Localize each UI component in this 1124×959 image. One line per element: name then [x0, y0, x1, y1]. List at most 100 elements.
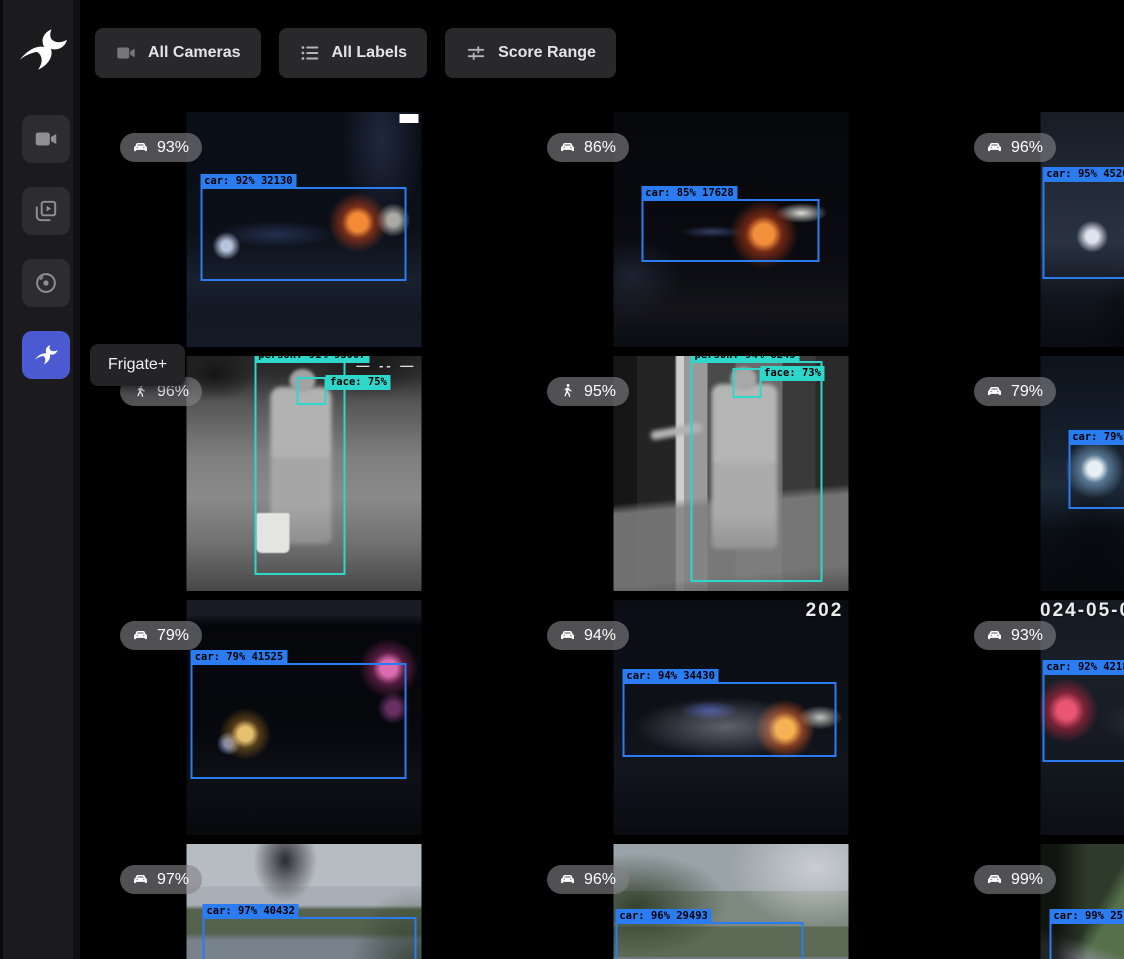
car-icon	[558, 138, 577, 157]
frigate-plus-icon	[33, 342, 59, 368]
all-cameras-filter-button[interactable]: All Cameras	[95, 28, 261, 78]
score-badge-label: 99%	[1011, 871, 1043, 889]
sidebar-item-export[interactable]	[22, 259, 70, 307]
bounding-box: car: 97% 40432	[202, 917, 416, 959]
score-badge: 86%	[547, 133, 629, 162]
person-icon	[558, 382, 577, 401]
score-range-filter-button[interactable]: Score Range	[445, 28, 616, 78]
bounding-box-label: car: 92% 4218	[1042, 660, 1124, 675]
detection-snapshot: car: 97% 40432	[186, 844, 421, 959]
detection-snapshot: person: 91% 93007face: 75%— -- —	[186, 356, 421, 591]
detection-card[interactable]: car: 85% 17628 86%	[524, 112, 937, 347]
car-icon	[985, 870, 1004, 889]
review-icon	[33, 198, 59, 224]
frigate-plus-tooltip: Frigate+	[90, 344, 185, 386]
detection-card[interactable]: car: 92% 4218 024-05-0 93%	[951, 600, 1124, 835]
score-badge-label: 93%	[1011, 627, 1043, 645]
overlay-mark	[400, 114, 419, 122]
bounding-box-label: person: 94% 8245	[691, 356, 800, 363]
sidebar	[0, 0, 80, 959]
sidebar-nav	[22, 115, 70, 379]
score-badge: 96%	[974, 133, 1056, 162]
score-badge: 95%	[547, 377, 629, 406]
sliders-icon	[465, 42, 487, 64]
detection-card[interactable]: car: 79% 79%	[951, 356, 1124, 591]
bounding-box-label: car: 79% 41525	[191, 650, 288, 665]
detection-card[interactable]: car: 92% 32130 93%	[97, 112, 510, 347]
score-badge-label: 93%	[157, 139, 189, 157]
detection-snapshot: car: 85% 17628	[613, 112, 848, 347]
sidebar-item-frigate-plus[interactable]	[22, 331, 70, 379]
score-badge-label: 95%	[584, 383, 616, 401]
bounding-box: car: 95% 45260	[1042, 180, 1124, 279]
detection-card[interactable]: person: 91% 93007face: 75%— -- — 96%	[97, 356, 510, 591]
bounding-box-label: car: 99% 25	[1049, 909, 1124, 924]
score-badge: 93%	[120, 133, 202, 162]
detection-snapshot: car: 79% 41525	[186, 600, 421, 835]
car-icon	[558, 870, 577, 889]
bounding-box-label: car: 95% 45260	[1042, 167, 1124, 182]
frigate-logo-icon	[16, 28, 70, 76]
detection-card[interactable]: car: 99% 25 99%	[951, 844, 1124, 959]
score-badge-label: 94%	[584, 627, 616, 645]
filter-label: All Labels	[332, 44, 408, 62]
all-labels-filter-button[interactable]: All Labels	[279, 28, 428, 78]
detection-card[interactable]: car: 96% 29493 96%	[524, 844, 937, 959]
bounding-box: car: 96% 29493	[615, 922, 803, 959]
detection-snapshot: car: 96% 29493	[613, 844, 848, 959]
detection-card[interactable]: car: 94% 34430 202 94%	[524, 600, 937, 835]
list-icon	[299, 42, 321, 64]
score-badge-label: 86%	[584, 139, 616, 157]
detection-card[interactable]: car: 79% 41525 79%	[97, 600, 510, 835]
bounding-box: car: 99% 25	[1049, 922, 1124, 959]
score-badge-label: 96%	[584, 871, 616, 889]
bounding-box: car: 92% 32130	[200, 187, 407, 281]
bounding-box-label: face: 73%	[760, 366, 825, 381]
score-badge: 79%	[120, 621, 202, 650]
score-badge-label: 79%	[157, 627, 189, 645]
bounding-box-label: car: 85% 17628	[641, 186, 738, 201]
score-badge: 93%	[974, 621, 1056, 650]
bounding-box-label: person: 91% 93007	[254, 356, 369, 363]
bounding-box: car: 85% 17628	[641, 199, 820, 262]
car-icon	[558, 626, 577, 645]
tooltip-label: Frigate+	[108, 356, 167, 373]
car-icon	[131, 870, 150, 889]
overlay-mark: 024-05-0	[1040, 600, 1124, 622]
score-badge: 94%	[547, 621, 629, 650]
car-icon	[985, 138, 1004, 157]
detection-card[interactable]: car: 97% 40432 97%	[97, 844, 510, 959]
bounding-box: face: 75%	[296, 377, 327, 405]
car-icon	[131, 138, 150, 157]
sidebar-item-review[interactable]	[22, 187, 70, 235]
score-badge-label: 96%	[1011, 139, 1043, 157]
detection-snapshot: car: 99% 25	[1040, 844, 1124, 959]
detection-card[interactable]: car: 95% 45260 96%	[951, 112, 1124, 347]
bounding-box-label: car: 97% 40432	[202, 904, 299, 919]
car-icon	[985, 626, 1004, 645]
detection-snapshot: car: 92% 32130	[186, 112, 421, 347]
car-icon	[985, 382, 1004, 401]
detection-grid: car: 92% 32130 93% car: 85% 17628	[97, 112, 1124, 959]
overlay-mark: 202	[806, 600, 844, 622]
export-icon	[33, 270, 59, 296]
bounding-box: car: 92% 4218	[1042, 673, 1124, 762]
score-badge: 99%	[974, 865, 1056, 894]
camera-icon	[115, 42, 137, 64]
filter-label: Score Range	[498, 44, 596, 62]
bounding-box-label: car: 96% 29493	[615, 909, 712, 924]
detection-snapshot: car: 94% 34430 202	[613, 600, 848, 835]
filter-bar: All Cameras All Labels Score Range	[95, 28, 616, 78]
score-badge-label: 97%	[157, 871, 189, 889]
score-badge: 96%	[547, 865, 629, 894]
detection-card[interactable]: person: 94% 8245 face: 73% 95%	[524, 356, 937, 591]
sidebar-item-live[interactable]	[22, 115, 70, 163]
bounding-box: car: 79%	[1068, 443, 1124, 509]
bounding-box-label: car: 92% 32130	[200, 174, 297, 189]
score-badge: 79%	[974, 377, 1056, 406]
bounding-box: car: 79% 41525	[191, 663, 407, 778]
bounding-box: face: 73%	[733, 368, 761, 399]
bounding-box-label: car: 94% 34430	[622, 669, 719, 684]
score-badge-label: 79%	[1011, 383, 1043, 401]
bounding-box: car: 94% 34430	[622, 682, 836, 757]
